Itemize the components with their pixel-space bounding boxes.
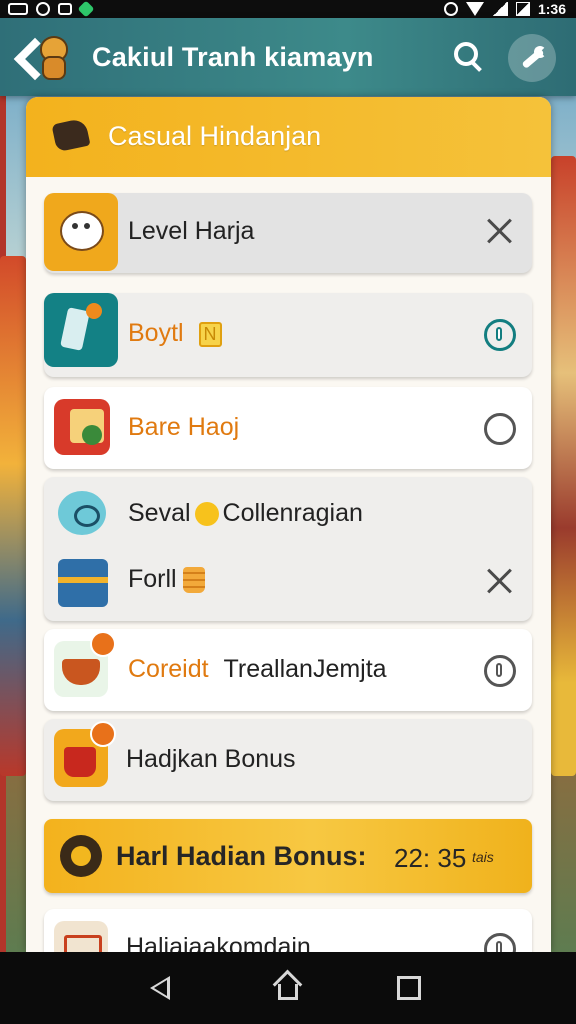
item-label: Hadjkan Bonus xyxy=(126,745,296,773)
list-item-haliaiaakomdain[interactable]: Haliaiaakomdain xyxy=(44,909,532,952)
smile-emoji-icon xyxy=(194,502,219,527)
list-item-forll[interactable]: Forll xyxy=(44,549,532,621)
item-label: Coreidt Treallan​Jemjta xyxy=(128,655,387,684)
item-label: Seval Collenragian xyxy=(128,499,363,528)
list-item-seval[interactable]: Seval Collenragian xyxy=(44,477,532,549)
bonus-suffix: tais xyxy=(472,849,494,865)
main-panel: Casual Hindanjan Level Harja Boytl N Bar… xyxy=(26,97,551,952)
notification-icon xyxy=(8,3,28,15)
stall-left xyxy=(0,256,26,776)
battery-icon xyxy=(515,2,530,16)
close-icon[interactable] xyxy=(486,567,514,595)
notification-badge xyxy=(90,721,116,747)
list-item-coreidt[interactable]: Coreidt Treallan​Jemjta xyxy=(44,629,532,711)
list-item-level-harja[interactable]: Level Harja xyxy=(44,193,532,273)
status-time: 1:36 xyxy=(537,1,566,17)
item-label-text: Coreidt xyxy=(128,655,209,683)
panel-header: Casual Hindanjan xyxy=(26,97,551,177)
item-label: Boytl N xyxy=(128,319,222,348)
circle-icon xyxy=(36,2,50,16)
fish-icon xyxy=(58,491,106,535)
item-label-text: Seval xyxy=(128,499,191,527)
list-item-hadjkan-bonus[interactable]: Hadjkan Bonus xyxy=(44,719,532,801)
item-label: Forll xyxy=(128,565,205,594)
alarm-icon xyxy=(443,2,458,16)
item-label: Bare Haoj xyxy=(128,413,240,441)
nav-recents-icon[interactable] xyxy=(397,976,421,1000)
drink-cup-icon xyxy=(44,293,118,367)
nav-back-icon[interactable] xyxy=(150,976,170,1000)
bonus-label: Harl Hadian Bonus: xyxy=(116,841,367,871)
radio-icon[interactable] xyxy=(484,413,516,445)
list-item-bare-haoj[interactable]: Bare Haoj xyxy=(44,387,532,469)
wifi-icon xyxy=(465,2,484,16)
mascot-icon xyxy=(36,36,68,80)
panel-title: Casual Hindanjan xyxy=(108,121,322,151)
treasure-box-icon xyxy=(58,559,108,607)
stall-right xyxy=(551,156,576,776)
gear-icon xyxy=(60,835,102,877)
list-item-boytl[interactable]: Boytl N xyxy=(44,293,532,377)
notification-badge xyxy=(90,631,116,657)
settings-button[interactable] xyxy=(508,34,556,82)
bonus-timer-bar[interactable]: Harl Hadian Bonus: 22: 35 tais xyxy=(44,819,532,893)
toggle-icon[interactable] xyxy=(484,933,516,952)
signal-icon xyxy=(491,2,508,16)
close-icon[interactable] xyxy=(486,217,514,245)
item-label-suffix: Treallan​Jemjta xyxy=(223,655,387,683)
bonus-timer: 22: 35 xyxy=(394,843,467,873)
toggle-icon[interactable] xyxy=(484,319,516,351)
search-button[interactable] xyxy=(452,40,482,72)
item-label-text: Boytl xyxy=(128,319,184,347)
status-bar: 1:36 xyxy=(0,0,576,18)
rice-bowl-icon xyxy=(44,193,118,271)
item-label-suffix: Collenragian xyxy=(222,499,363,527)
gem-icon xyxy=(77,0,95,18)
app-bar: Cakiul Tranh kiamayn xyxy=(0,18,576,96)
cake-icon xyxy=(182,567,205,594)
list-group-seval-forll: Seval Collenragian Forll xyxy=(44,477,532,621)
item-tag: N xyxy=(198,321,222,347)
item-label-text: Forll xyxy=(128,565,177,593)
app-title: Cakiul Tranh kiamayn xyxy=(92,42,374,72)
food-basket-icon xyxy=(54,399,110,455)
item-label: Haliaiaakomdain xyxy=(126,933,311,952)
lock-icon xyxy=(58,3,72,15)
nav-home-icon[interactable] xyxy=(272,969,303,1002)
cart-icon xyxy=(54,921,108,952)
navigation-bar xyxy=(0,952,576,1024)
toggle-icon[interactable] xyxy=(484,655,516,687)
item-label: Level Harja xyxy=(128,217,255,245)
chef-hat-icon xyxy=(51,117,91,153)
